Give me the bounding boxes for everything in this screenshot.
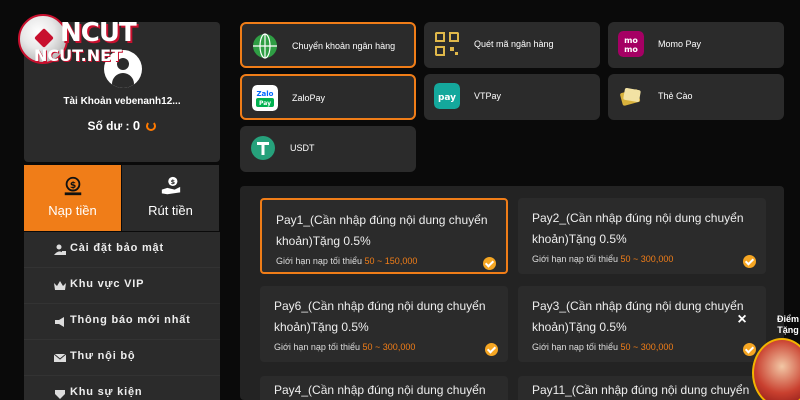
payment-method-vtpay[interactable]: pay VTPay (424, 74, 600, 120)
limit-min: 50 (620, 342, 631, 352)
svg-text:Zalo: Zalo (256, 90, 273, 98)
limit-label: Giới hạn nạp tối thiểu (274, 342, 360, 352)
limit-sep: ~ (375, 342, 381, 352)
user-lock-icon (54, 244, 66, 255)
qr-code-icon (435, 32, 459, 56)
limit-min: 50 (362, 342, 373, 352)
payment-method-zalopay[interactable]: Zalo Pay ZaloPay (240, 74, 416, 120)
pay-option-card[interactable]: Pay1_(Cần nhập đúng nội dung chuyển khoả… (260, 198, 508, 274)
check-icon (485, 343, 498, 356)
tab-deposit-label: Nạp tiền (48, 203, 97, 218)
logo-text: NCUT (60, 18, 137, 48)
promo-label: Điểm Tặng (776, 314, 799, 335)
deposit-page: NCUT NCUT.NET Tài Khoản vebenanh12... Số… (0, 0, 800, 400)
hand-money-icon: $ (161, 176, 181, 195)
limit-max: 300,000 (640, 254, 674, 264)
limit-sep: ~ (633, 254, 639, 264)
event-icon (55, 390, 65, 399)
pay-option-limit: Giới hạn nạp tối thiểu 50 ~ 300,000 (274, 342, 415, 352)
scratch-card-icon (620, 88, 641, 106)
mail-icon (54, 353, 66, 362)
check-icon (743, 255, 756, 268)
pay-option-card[interactable]: Pay2_(Cần nhập đúng nội dung chuyển khoả… (518, 198, 766, 274)
balance: Số dư : 0 (24, 118, 220, 133)
logo-subtext: NCUT.NET (34, 46, 122, 65)
menu-item-vip[interactable]: Khu vực VIP (24, 268, 220, 304)
limit-min: 50 (620, 254, 631, 264)
svg-text:mo: mo (624, 36, 638, 45)
limit-label: Giới hạn nạp tối thiểu (532, 254, 618, 264)
limit-sep: ~ (633, 342, 639, 352)
payment-method-label: Quét mã ngân hàng (474, 39, 554, 49)
pay-option-title: Pay2_(Cần nhập đúng nội dung chuyển khoả… (532, 211, 744, 246)
limit-max: 300,000 (640, 342, 674, 352)
svg-text:Pay: Pay (259, 100, 271, 107)
limit-max: 300,000 (382, 342, 416, 352)
payment-method-usdt[interactable]: USDT (240, 126, 416, 172)
pay-option-title: Pay11_(Cần nhập đúng nội dung chuyển (532, 383, 750, 397)
account-name: Tài Khoản vebenanh12... (63, 96, 181, 107)
pay-option-card[interactable]: Pay11_(Cần nhập đúng nội dung chuyển (518, 376, 766, 400)
payment-method-bank-qr[interactable]: Quét mã ngân hàng (424, 22, 600, 68)
tab-withdraw[interactable]: $ Rút tiền (122, 165, 219, 231)
menu-item-inbox[interactable]: Thư nội bộ (24, 340, 220, 376)
limit-sep: ~ (377, 256, 383, 266)
pay-option-title: Pay1_(Cần nhập đúng nội dung chuyển khoả… (276, 213, 488, 248)
payment-method-label: ZaloPay (292, 93, 326, 103)
pay-option-card[interactable]: Pay6_(Cần nhập đúng nội dung chuyển khoả… (260, 286, 508, 362)
svg-text:pay: pay (438, 93, 456, 103)
svg-text:$: $ (70, 180, 76, 191)
payment-method-scratch-card[interactable]: Thẻ Cào (608, 74, 784, 120)
menu-label: Thư nội bộ (70, 350, 136, 362)
payment-method-bank-transfer[interactable]: Chuyển khoản ngân hàng (240, 22, 416, 68)
svg-text:mo: mo (624, 45, 638, 54)
pay-option-title: Pay6_(Cần nhập đúng nội dung chuyển khoả… (274, 299, 486, 334)
menu-item-news[interactable]: Thông báo mới nhất (24, 304, 220, 340)
limit-max: 150,000 (384, 256, 418, 266)
pay-option-limit: Giới hạn nạp tối thiểu 50 ~ 150,000 (276, 256, 417, 266)
payment-method-label: Momo Pay (658, 39, 702, 49)
pay-option-limit: Giới hạn nạp tối thiểu 50 ~ 300,000 (532, 254, 673, 264)
menu-label: Thông báo mới nhất (70, 314, 191, 326)
zalopay-icon: Zalo Pay (252, 85, 278, 111)
wallet-icon: $ (64, 176, 82, 196)
check-icon (483, 257, 496, 270)
tab-deposit[interactable]: $ Nạp tiền (24, 165, 121, 231)
limit-label: Giới hạn nạp tối thiểu (276, 256, 362, 266)
menu-item-security[interactable]: Cài đặt bảo mật (24, 232, 220, 268)
pay-option-title: Pay3_(Cần nhập đúng nội dung chuyển khoả… (532, 299, 744, 334)
refresh-icon[interactable] (146, 121, 157, 131)
payment-method-label: Chuyển khoản ngân hàng (292, 41, 396, 51)
megaphone-icon (55, 317, 64, 327)
svg-text:$: $ (171, 178, 176, 186)
crown-icon (54, 281, 66, 290)
balance-label: Số dư : (87, 119, 130, 133)
globe-icon (253, 33, 277, 59)
pay-option-title: Pay4_(Cần nhập đúng nội dung chuyển (274, 383, 486, 397)
menu-item-events[interactable]: Khu sự kiện (24, 376, 220, 400)
balance-value: 0 (132, 118, 141, 133)
close-icon[interactable]: × (734, 312, 750, 328)
payment-method-label: Thẻ Cào (658, 91, 693, 101)
pay-option-card[interactable]: Pay3_(Cần nhập đúng nội dung chuyển khoả… (518, 286, 766, 362)
payment-method-momo[interactable]: mo mo Momo Pay (608, 22, 784, 68)
tab-withdraw-label: Rút tiền (148, 203, 193, 218)
limit-label: Giới hạn nạp tối thiểu (532, 342, 618, 352)
momo-icon: momo (618, 31, 644, 57)
payment-method-label: USDT (290, 143, 315, 153)
payment-method-label: VTPay (474, 91, 502, 101)
tether-icon (251, 136, 275, 160)
limit-min: 50 (364, 256, 375, 266)
site-logo[interactable]: NCUT NCUT.NET (8, 6, 138, 70)
menu-label: Khu sự kiện (70, 386, 143, 398)
pay-option-limit: Giới hạn nạp tối thiểu 50 ~ 300,000 (532, 342, 673, 352)
pay-option-card[interactable]: Pay4_(Cần nhập đúng nội dung chuyển (260, 376, 508, 400)
pay-options-panel: Pay1_(Cần nhập đúng nội dung chuyển khoả… (240, 186, 784, 400)
check-icon (743, 343, 756, 356)
sidebar-menu: Cài đặt bảo mật Khu vực VIP Thông báo mớ… (24, 232, 220, 400)
vtpay-icon: pay (434, 83, 460, 109)
menu-label: Khu vực VIP (70, 278, 145, 290)
menu-label: Cài đặt bảo mật (70, 242, 164, 254)
